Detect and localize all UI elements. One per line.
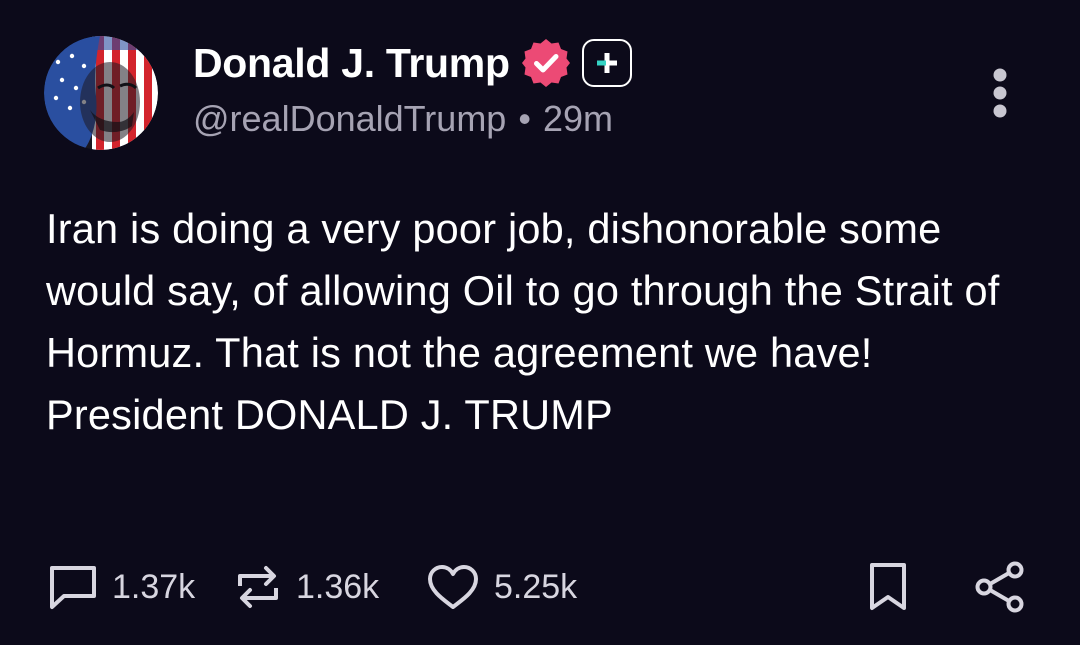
author-meta: @realDonaldTrump • 29m xyxy=(193,98,613,140)
verified-badge-icon xyxy=(521,39,570,87)
more-options-button[interactable] xyxy=(986,68,1014,118)
meta-separator: • xyxy=(518,98,531,139)
bookmark-icon xyxy=(870,563,906,610)
flag-portrait-avatar-icon xyxy=(44,36,158,150)
post-body-text: Iran is doing a very poor job, dishonora… xyxy=(46,205,1000,438)
more-vertical-icon xyxy=(993,68,1007,118)
plus-icon xyxy=(596,53,617,73)
repost-button[interactable]: 1.36k xyxy=(234,555,379,619)
like-count: 5.25k xyxy=(494,567,578,606)
avatar[interactable] xyxy=(44,36,158,150)
subscribe-plus-button[interactable] xyxy=(581,39,632,87)
repost-count: 1.36k xyxy=(296,567,380,606)
post-card: Donald J. Trump @realDonaldTrump • 29m Ira… xyxy=(0,0,1080,645)
share-button[interactable] xyxy=(973,555,1027,619)
heart-icon xyxy=(428,565,478,609)
reply-count: 1.37k xyxy=(112,567,196,606)
bookmark-button[interactable] xyxy=(866,555,910,619)
like-button[interactable]: 5.25k xyxy=(426,555,577,619)
post-action-bar: 1.37k 1.36k 5.25k xyxy=(0,555,1080,619)
comment-icon xyxy=(50,566,96,609)
repost-icon xyxy=(238,566,278,608)
author-display-name[interactable]: Donald J. Trump xyxy=(193,40,510,87)
author-name-row: Donald J. Trump xyxy=(193,36,632,90)
share-icon xyxy=(975,561,1024,613)
post-timestamp[interactable]: 29m xyxy=(543,98,613,139)
author-handle[interactable]: @realDonaldTrump xyxy=(193,98,506,139)
reply-button[interactable]: 1.37k xyxy=(48,555,195,619)
